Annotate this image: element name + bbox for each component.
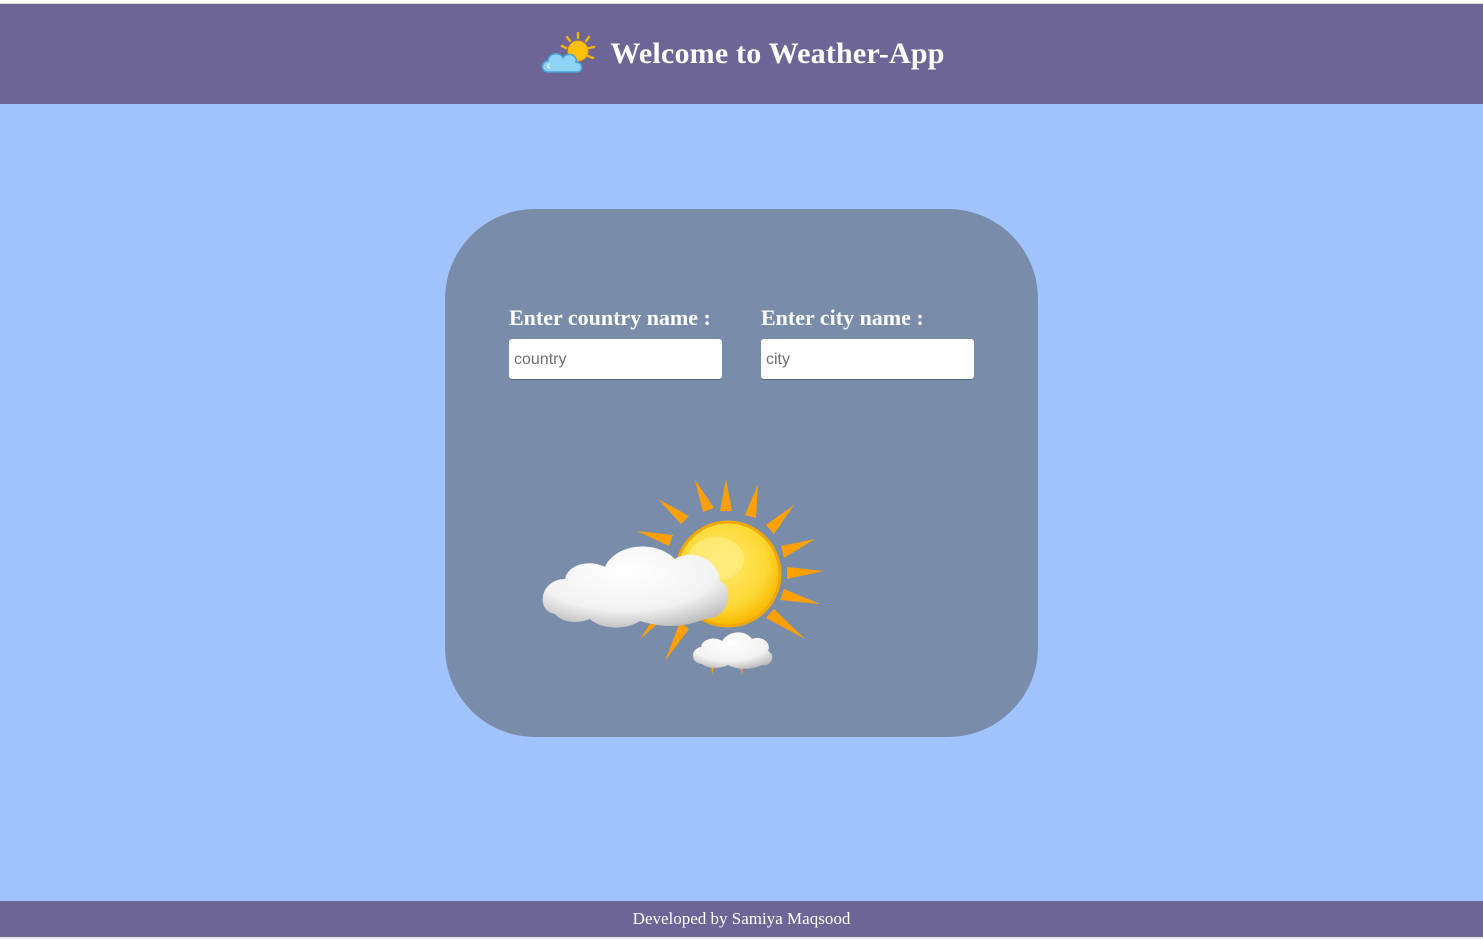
city-input[interactable] [761,339,974,379]
weather-app-page: Welcome to Weather-App Enter country nam… [0,0,1483,939]
page-title: Welcome to Weather-App [610,37,945,70]
country-input[interactable] [509,339,722,379]
sun-behind-cloud-icon [541,31,596,73]
app-header: Welcome to Weather-App [0,3,1483,104]
country-field-group: Enter country name : [509,305,723,379]
city-field-group: Enter city name : [761,305,975,379]
footer-credit: Developed by Samiya Maqsood [632,909,851,928]
app-footer: Developed by Samiya Maqsood [0,901,1483,937]
sun-with-clouds-illustration [542,479,824,675]
weather-search-card: Enter country name : Enter city name : [445,209,1038,737]
city-label: Enter city name : [761,305,924,330]
header-content: Welcome to Weather-App [538,31,944,77]
country-label: Enter country name : [509,305,711,330]
